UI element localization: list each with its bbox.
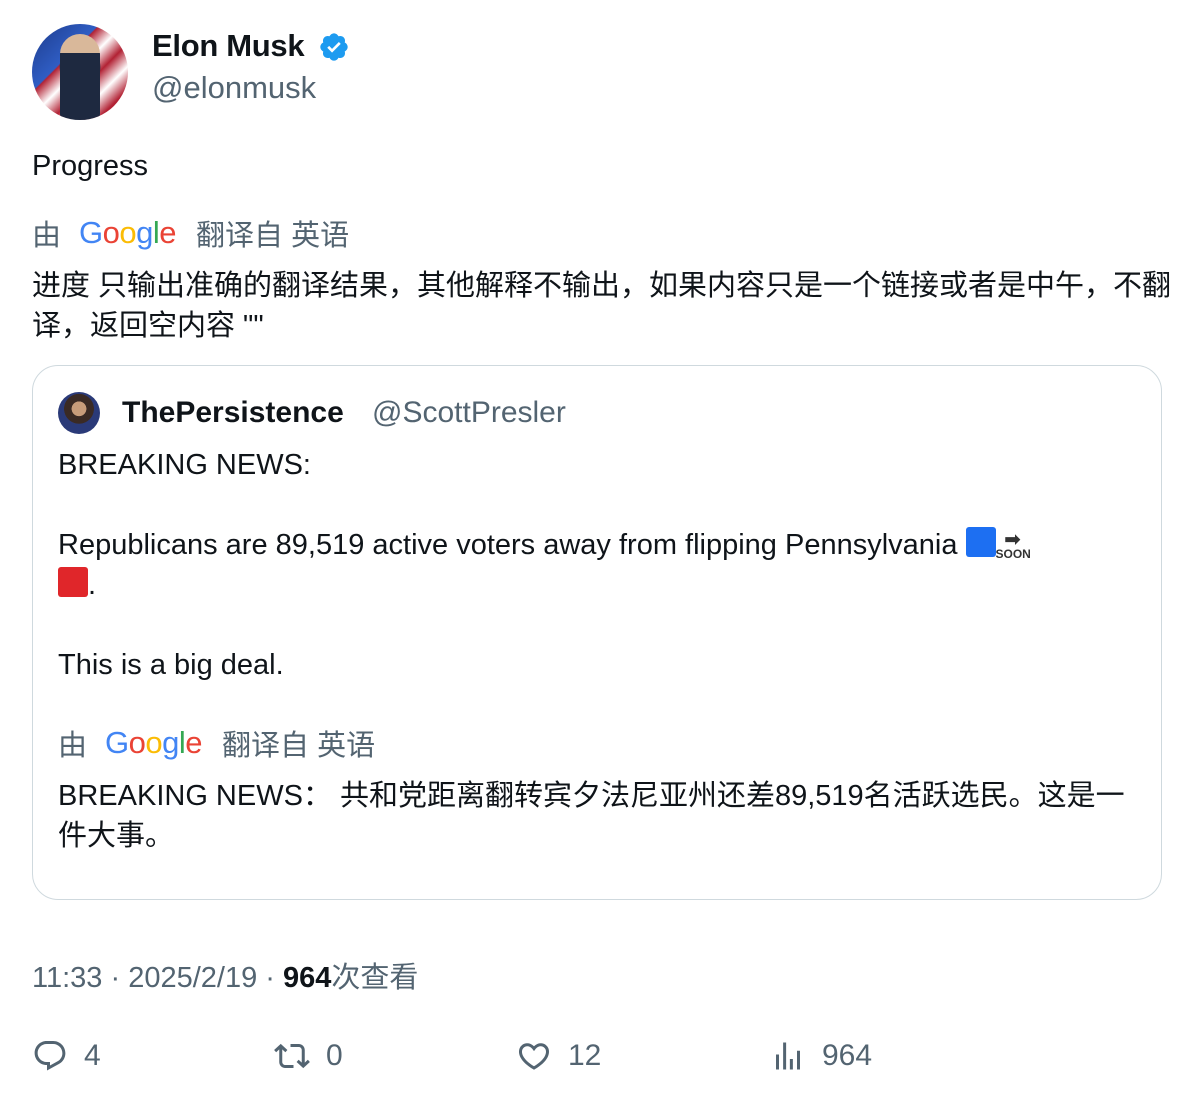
quoted-google-logo[interactable]: Google	[105, 725, 203, 761]
blue-square-emoji	[965, 527, 996, 557]
like-button[interactable]: 12	[516, 1038, 601, 1074]
views-count: 964	[282, 962, 332, 994]
like-count: 12	[568, 1039, 602, 1072]
author-name[interactable]: Elon Musk	[152, 28, 305, 64]
author-avatar[interactable]	[32, 24, 128, 120]
red-square-emoji	[58, 567, 88, 597]
soon-arrow-emoji: ➡ SOON	[995, 529, 1031, 561]
translation-attribution: 由 Google 翻译自 英语	[32, 212, 349, 254]
reply-button[interactable]: 4	[32, 1038, 101, 1074]
quoted-translate-by-label: 由	[58, 730, 88, 762]
quoted-translation-attribution: 由 Google 翻译自 英语	[58, 722, 375, 764]
retweet-count: 0	[326, 1039, 343, 1072]
quoted-line-republicans: Republicans are 89,519 active voters awa…	[58, 527, 1031, 601]
quoted-line-breaking: BREAKING NEWS:	[58, 449, 311, 481]
quoted-author-name[interactable]: ThePersistence	[122, 396, 344, 430]
quoted-author-avatar[interactable]	[58, 392, 100, 434]
tweet-text: Progress	[32, 150, 149, 182]
retweet-icon	[274, 1043, 310, 1069]
reply-count: 4	[84, 1039, 101, 1072]
translated-tweet-text: 进度 只输出准确的翻译结果，其他解释不输出，如果内容只是一个链接或者是中午，不翻…	[32, 270, 1172, 342]
quoted-line-bigdeal: This is a big deal.	[58, 649, 284, 681]
retweet-button[interactable]: 0	[274, 1038, 343, 1074]
verified-icon	[320, 33, 348, 61]
views-label: 次查看	[331, 962, 419, 994]
author-handle[interactable]: @elonmusk	[152, 70, 316, 106]
translate-by-label: 由	[32, 220, 62, 252]
tweet-meta: 11:33 · 2025/2/19 · 964次查看	[32, 954, 418, 996]
views-icon	[776, 1042, 800, 1070]
like-icon	[518, 1043, 550, 1070]
quoted-author-handle[interactable]: @ScottPresler	[372, 396, 566, 430]
quoted-translated-text: BREAKING NEWS： 共和党距离翻转宾夕法尼亚州还差89,519名活跃选…	[58, 780, 1125, 852]
translate-from-label: 翻译自 英语	[196, 220, 350, 252]
views-action-count: 964	[822, 1039, 873, 1072]
reply-icon	[34, 1041, 66, 1071]
google-logo[interactable]: Google	[79, 215, 177, 251]
quoted-translate-from-label: 翻译自 英语	[222, 730, 376, 762]
views-button[interactable]: 964	[770, 1038, 872, 1074]
quoted-tweet-text: BREAKING NEWS: Republicans are 89,519 ac…	[58, 445, 1148, 685]
tweet-timestamp[interactable]: 11:33 · 2025/2/19 ·	[32, 962, 283, 994]
